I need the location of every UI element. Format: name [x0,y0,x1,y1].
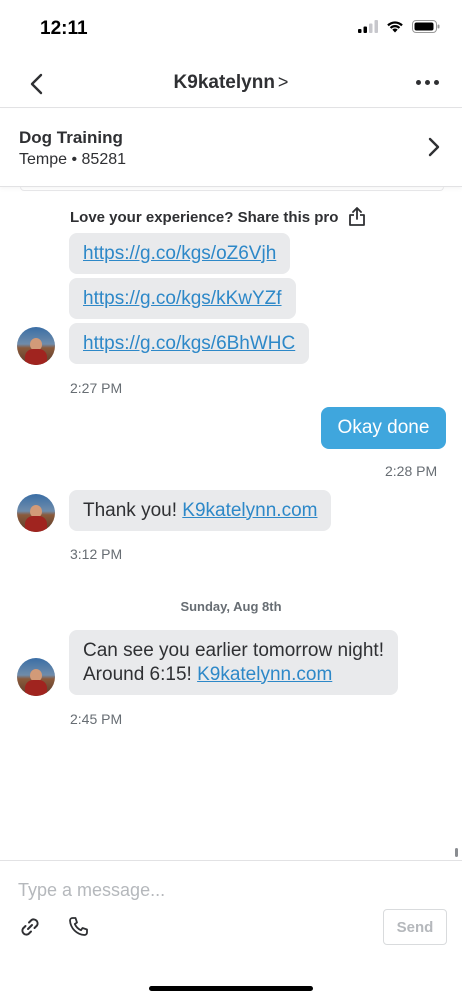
more-icon-dot [433,79,439,85]
attachment-icon[interactable] [18,915,42,939]
conversation-header: K9katelynn > [0,58,462,108]
message-timestamp: 2:27 PM [70,380,123,396]
home-indicator [149,986,313,991]
message-composer: Send [0,860,462,1000]
avatar[interactable] [17,494,55,532]
message-timestamp: 2:28 PM [385,463,438,479]
share-heading-text: Love your experience? Share this pro [70,208,339,226]
project-details-bar[interactable]: Dog Training Tempe • 85281 [0,109,462,187]
incoming-message-text-part: Around 6:15! [83,663,198,685]
date-separator: Sunday, Aug 8th [180,599,282,614]
project-location: Tempe • 85281 [19,151,127,168]
share-link[interactable]: https://g.co/kgs/kKwYZf [83,288,282,310]
incoming-message-line: Can see you earlier tomorrow night! [83,639,384,661]
more-options-button[interactable] [412,72,442,92]
wifi-icon [387,21,403,33]
page-title: K9katelynn [173,72,275,93]
avatar-shirt [25,349,47,365]
incoming-message-line: Around 6:15! K9katelynn.com [83,663,332,687]
website-link[interactable]: K9katelynn.com [197,664,332,685]
previous-card-edge [20,187,444,191]
status-icons [358,20,440,33]
incoming-message: Can see you earlier tomorrow night! Arou… [69,630,398,695]
website-link[interactable]: K9katelynn.com [182,500,317,521]
scrollbar[interactable] [455,848,458,857]
incoming-message-text: Thank you! K9katelynn.com [83,500,317,522]
incoming-message-text-part: Thank you! [83,499,183,521]
share-link[interactable]: https://g.co/kgs/oZ6Vjh [83,243,276,265]
share-icon[interactable] [348,207,366,227]
project-title: Dog Training [19,128,123,147]
status-time: 12:11 [40,18,88,39]
avatar[interactable] [17,327,55,365]
share-link-bubble: https://g.co/kgs/oZ6Vjh [69,233,291,274]
avatar-shirt [25,516,47,532]
incoming-message: Thank you! K9katelynn.com [69,490,332,531]
signal-icon [358,20,378,33]
message-timestamp: 3:12 PM [70,546,123,562]
phone-icon[interactable] [66,915,90,939]
outgoing-message: Okay done [321,407,446,449]
battery-icon [412,20,440,33]
status-bar: 12:11 [0,0,462,58]
chevron-right-icon [428,137,440,157]
share-link-bubble: https://g.co/kgs/6BhWHC [69,323,310,364]
message-timestamp: 2:45 PM [70,711,123,727]
profile-title-link[interactable]: K9katelynn > [0,72,462,94]
message-input[interactable] [18,877,438,903]
share-link[interactable]: https://g.co/kgs/6BhWHC [83,333,295,355]
more-icon [415,79,421,85]
avatar[interactable] [17,658,55,696]
outgoing-message-text: Okay done [337,417,430,438]
avatar-shirt [25,680,47,696]
more-icon-dot [424,79,430,85]
send-button[interactable]: Send [383,909,447,945]
chevron-right-icon: > [277,72,289,92]
share-heading: Love your experience? Share this pro [70,207,366,227]
share-link-bubble: https://g.co/kgs/kKwYZf [69,278,296,319]
